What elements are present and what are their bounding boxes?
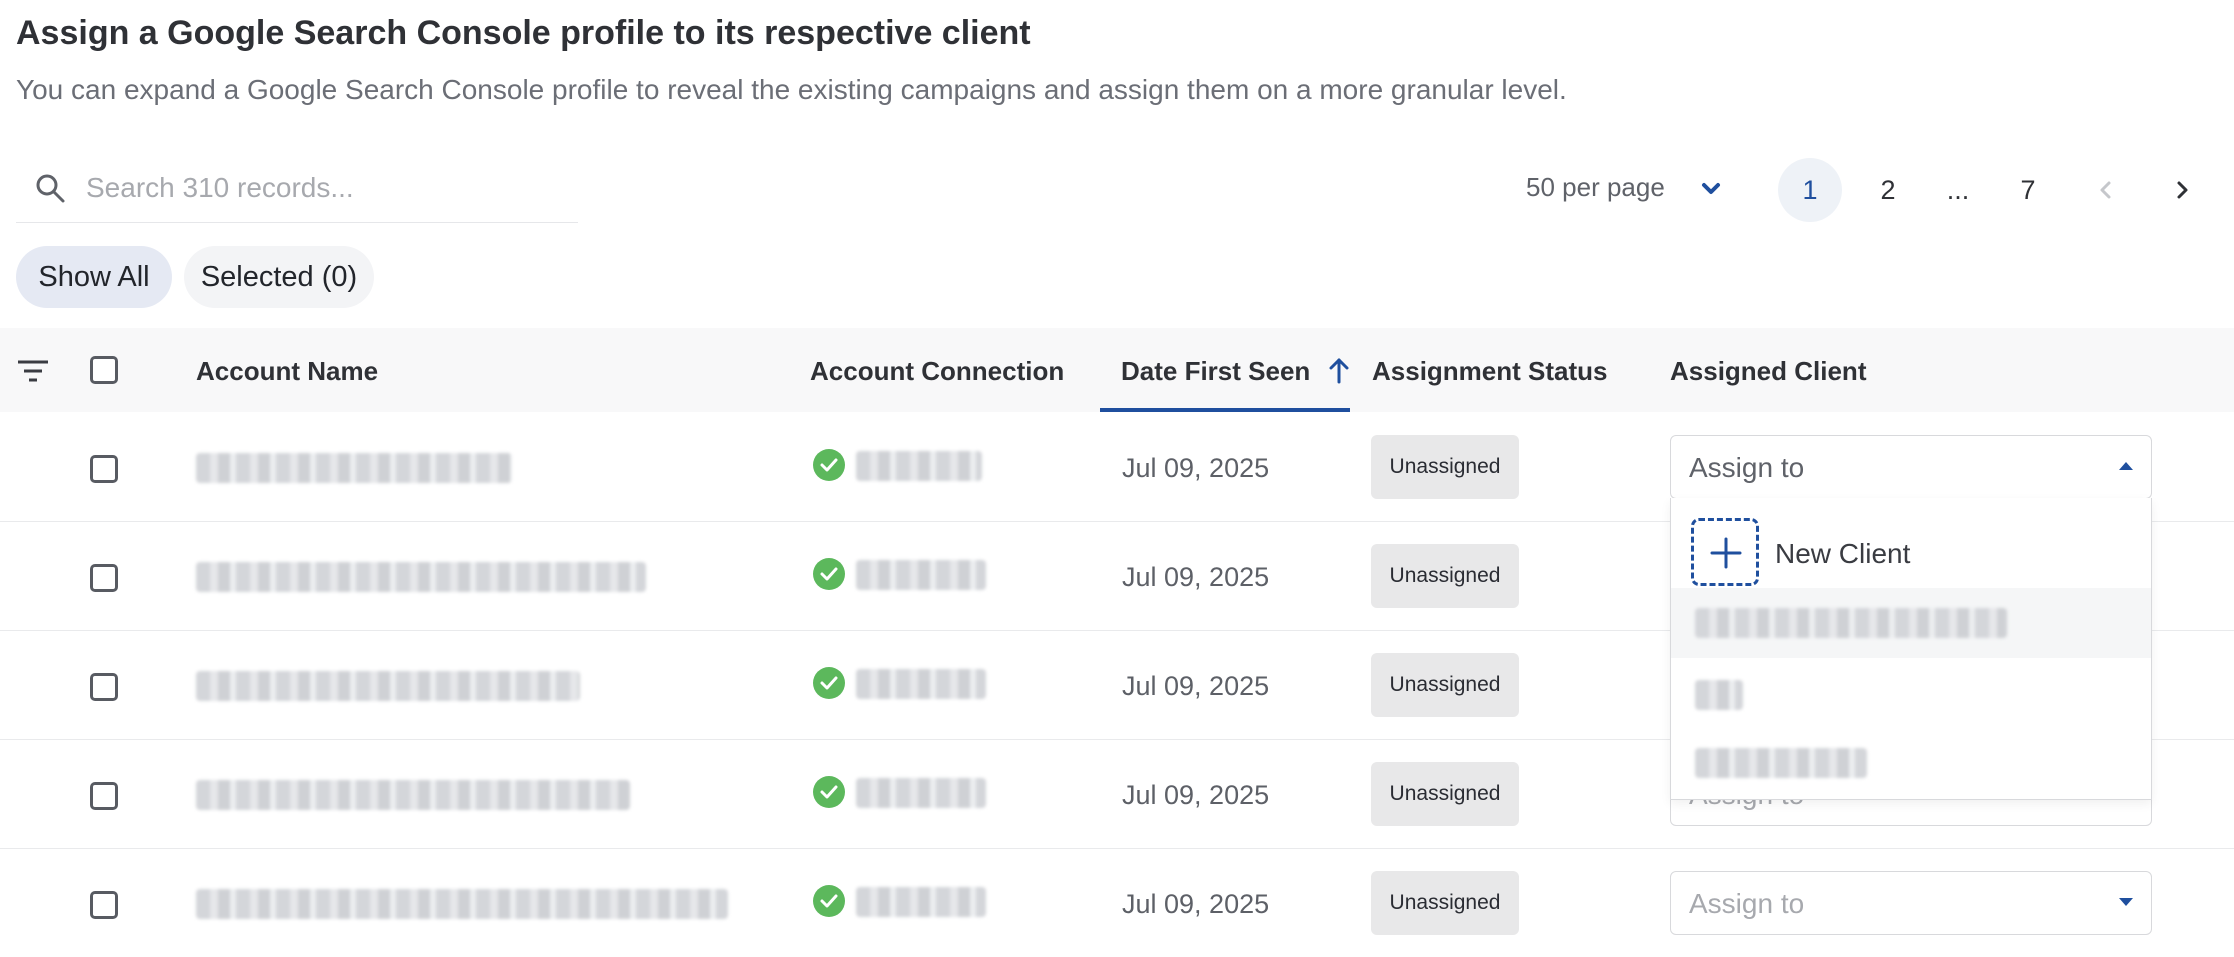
show-all-chip[interactable]: Show All [16,246,172,308]
page-subtitle: You can expand a Google Search Console p… [16,74,1567,105]
account-connection-redacted [856,560,986,590]
account-connection-redacted [856,669,986,699]
page-1-button[interactable]: 1 [1778,158,1842,222]
check-circle-icon [813,558,845,590]
date-first-seen: Jul 09, 2025 [1122,671,1270,701]
table-header: Account Name Account Connection Date Fir… [0,328,2234,412]
select-all-checkbox[interactable] [90,356,118,384]
column-assignment-status[interactable]: Assignment Status [1372,356,1608,387]
client-name-redacted [1695,680,1743,710]
column-date-first-seen[interactable]: Date First Seen [1121,356,1310,387]
date-first-seen: Jul 09, 2025 [1122,562,1270,592]
client-option[interactable] [1671,658,2151,728]
status-badge: Unassigned [1371,653,1519,717]
account-connection-redacted [856,887,986,917]
sort-arrow-up-icon[interactable] [1328,356,1350,384]
caret-up-icon [2119,462,2133,470]
client-name-redacted [1695,608,2007,638]
client-option[interactable] [1671,728,2151,798]
page-2-button[interactable]: 2 [1856,158,1920,222]
status-badge: Unassigned [1371,762,1519,826]
check-circle-icon [813,449,845,481]
column-assigned-client[interactable]: Assigned Client [1670,356,1866,387]
new-client-option[interactable]: New Client [1671,498,2151,588]
page-7-button[interactable]: 7 [1996,158,2060,222]
account-name-redacted [196,562,646,592]
row-checkbox[interactable] [90,455,118,483]
sort-indicator [1100,408,1350,412]
search-bar[interactable]: Search 310 records... [16,152,578,223]
search-icon [36,174,65,203]
assign-client-select[interactable]: Assign to [1670,435,2152,499]
check-circle-icon [813,667,845,699]
assign-client-dropdown: New Client [1670,498,2152,800]
status-badge: Unassigned [1371,871,1519,935]
row-checkbox[interactable] [90,891,118,919]
check-circle-icon [813,885,845,917]
account-name-redacted [196,780,630,810]
page-title: Assign a Google Search Console profile t… [16,14,1031,52]
selected-chip[interactable]: Selected (0) [184,246,374,308]
search-input[interactable]: Search 310 records... [86,172,354,204]
column-account-connection[interactable]: Account Connection [810,356,1064,387]
column-account-name[interactable]: Account Name [196,356,378,387]
account-name-redacted [196,671,580,701]
status-badge: Unassigned [1371,435,1519,499]
row-checkbox[interactable] [90,673,118,701]
assign-placeholder: Assign to [1689,888,1805,919]
plus-icon [1691,518,1759,586]
row-checkbox[interactable] [90,564,118,592]
account-connection-redacted [856,451,982,481]
assign-client-select[interactable]: Assign to [1670,871,2152,935]
check-circle-icon [813,776,845,808]
row-checkbox[interactable] [90,782,118,810]
per-page-select[interactable]: 50 per page [1526,172,1665,203]
chevron-left-icon[interactable] [2096,178,2116,202]
chevron-down-icon[interactable] [1700,178,1722,200]
assign-placeholder: Assign to [1689,452,1805,483]
new-client-label: New Client [1775,538,1911,569]
account-name-redacted [196,453,512,483]
account-name-redacted [196,889,728,919]
caret-down-icon [2119,898,2133,906]
client-option[interactable] [1671,588,2151,658]
date-first-seen: Jul 09, 2025 [1122,453,1270,483]
filter-icon[interactable] [16,358,50,384]
client-name-redacted [1695,748,1867,778]
date-first-seen: Jul 09, 2025 [1122,780,1270,810]
status-badge: Unassigned [1371,544,1519,608]
page-ellipsis: ... [1946,174,1970,205]
chevron-right-icon[interactable] [2172,178,2192,202]
account-connection-redacted [856,778,986,808]
date-first-seen: Jul 09, 2025 [1122,889,1270,919]
